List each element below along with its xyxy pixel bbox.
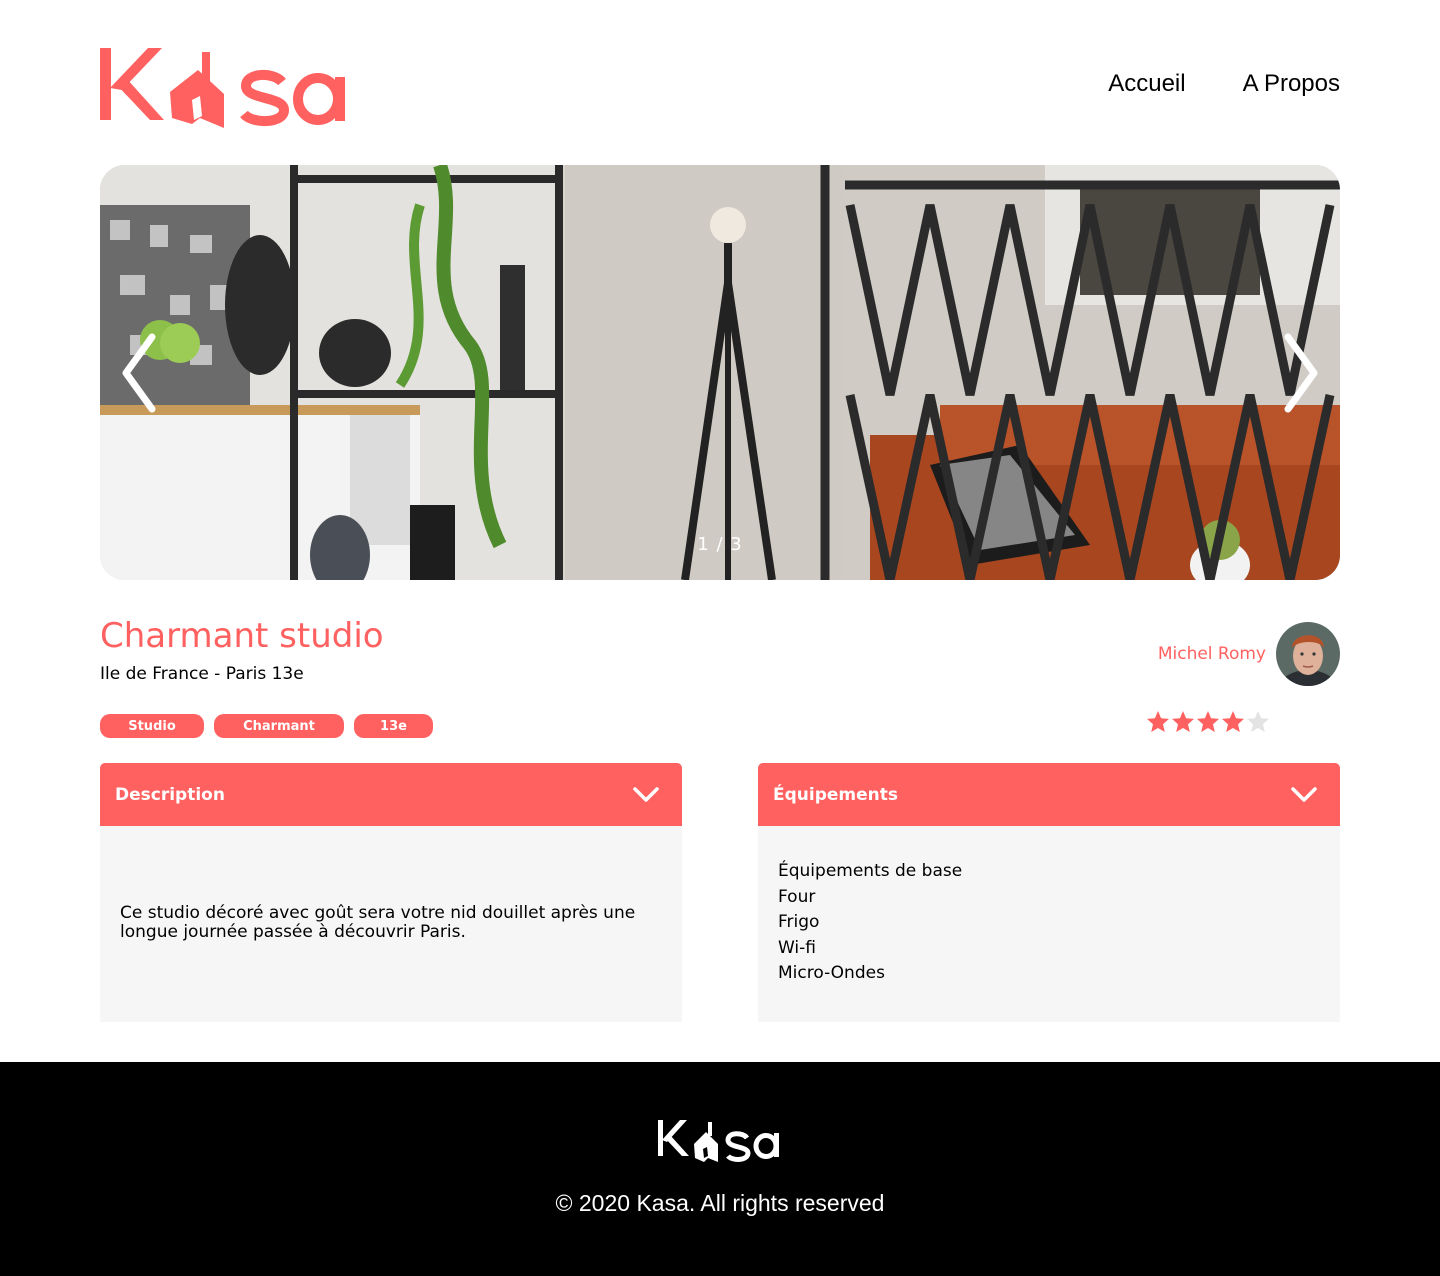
nav-link-a-propos[interactable]: A Propos xyxy=(1243,70,1340,98)
description-text: Ce studio décoré avec goût sera votre ni… xyxy=(120,903,636,942)
kasa-logo[interactable] xyxy=(100,44,350,128)
host-name: Michel Romy xyxy=(1157,644,1266,664)
rating-stars xyxy=(1146,709,1270,735)
chevron-right-icon[interactable] xyxy=(1280,333,1320,413)
chevron-down-icon[interactable] xyxy=(1291,786,1317,803)
star-empty-icon xyxy=(1247,711,1269,732)
description-content: Ce studio décoré avec goût sera votre ni… xyxy=(100,826,682,1022)
tag: Studio xyxy=(100,714,204,738)
carousel-counter: 1 / 3 xyxy=(697,534,743,555)
site-footer: © 2020 Kasa. All rights reserved xyxy=(0,1062,1440,1276)
tag: Charmant xyxy=(214,714,344,738)
host-avatar xyxy=(1276,622,1340,686)
description-collapse: Description Ce studio décoré avec goût s… xyxy=(100,763,682,1022)
description-toggle[interactable]: Description xyxy=(100,763,682,826)
equipment-list: Équipements de base Four Frigo Wi-fi Mic… xyxy=(778,826,1320,987)
star-icon xyxy=(1172,711,1194,732)
kasa-footer-logo xyxy=(658,1120,779,1162)
list-item: Micro-Ondes xyxy=(778,963,885,983)
listing-location: Ile de France - Paris 13e xyxy=(100,664,304,684)
star-icon xyxy=(1222,711,1244,732)
star-icon xyxy=(1147,711,1169,732)
equipments-content: Équipements de base Four Frigo Wi-fi Mic… xyxy=(758,826,1340,1022)
list-item: Équipements de base xyxy=(778,861,963,881)
listing-title: Charmant studio xyxy=(100,616,384,656)
host-info: Michel Romy xyxy=(1158,622,1340,686)
equipments-toggle[interactable]: Équipements xyxy=(758,763,1340,826)
equipments-title: Équipements xyxy=(773,784,899,805)
carousel-image xyxy=(100,165,1340,580)
chevron-left-icon[interactable] xyxy=(120,333,160,413)
site-header: Accueil A Propos xyxy=(100,40,1340,130)
list-item: Frigo xyxy=(778,912,820,932)
list-item: Wi-fi xyxy=(778,937,817,958)
nav-link-accueil[interactable]: Accueil xyxy=(1108,70,1185,98)
tag: 13e xyxy=(354,714,433,738)
equipments-collapse: Équipements Équipements de base Four Fri… xyxy=(758,763,1340,1022)
tag-list: Studio Charmant 13e xyxy=(100,714,433,738)
chevron-down-icon[interactable] xyxy=(633,786,659,803)
main-nav: Accueil A Propos xyxy=(1108,70,1340,98)
star-icon xyxy=(1197,711,1219,732)
list-item: Four xyxy=(778,886,816,907)
image-carousel: 1 / 3 xyxy=(100,165,1340,580)
description-title: Description xyxy=(115,784,225,805)
copyright-text: © 2020 Kasa. All rights reserved xyxy=(555,1190,885,1216)
